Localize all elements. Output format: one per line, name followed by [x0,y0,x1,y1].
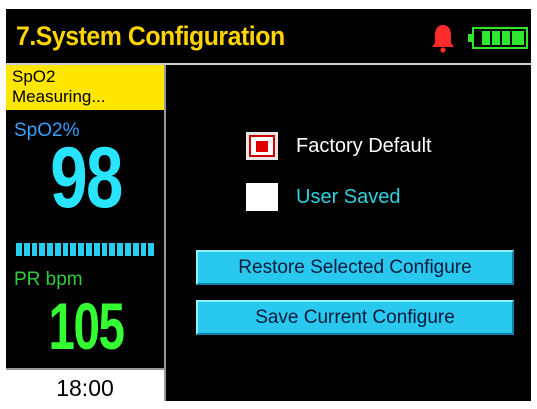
page-title: 7.System Configuration [16,21,285,51]
spo2-status-header: SpO2 Measuring... [6,65,164,110]
user-saved-label[interactable]: User Saved [296,186,401,209]
factory-default-label[interactable]: Factory Default [296,135,432,158]
bell-icon [432,25,454,53]
vitals-panel: SpO2 Measuring... SpO2% 98 PR bpm 105 18… [6,65,166,401]
pr-value: 105 [48,289,125,363]
spo2-header-title: SpO2 [12,67,56,86]
restore-selected-configure-button[interactable]: Restore Selected Configure [196,250,514,285]
user-saved-checkbox[interactable] [246,183,278,211]
battery-icon [468,27,528,49]
spo2-header-status: Measuring... [12,87,106,106]
spo2-value: 98 [50,130,123,226]
factory-default-checkbox[interactable] [246,132,278,160]
pr-label: PR bpm [14,269,83,290]
pulse-bar-graph [16,243,155,256]
save-current-configure-button[interactable]: Save Current Configure [196,300,514,335]
clock: 18:00 [6,368,164,401]
device-screen: 7.System Configuration SpO2 Measuring...… [6,9,531,401]
title-bar: 7.System Configuration [6,9,531,65]
